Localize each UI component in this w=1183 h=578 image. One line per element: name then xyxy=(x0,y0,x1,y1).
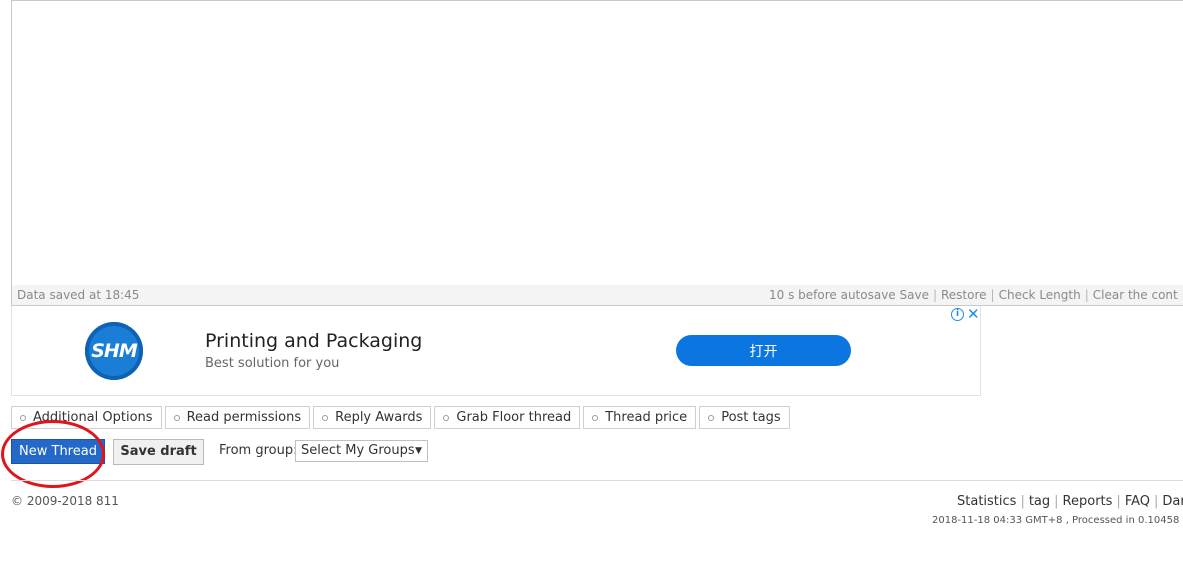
post-editor: Data saved at 18:45 10 s before autosave… xyxy=(11,0,1183,306)
bullet-icon xyxy=(443,414,450,421)
tab-label: Additional Options xyxy=(33,410,153,425)
tab-label: Read permissions xyxy=(186,410,302,425)
tab-additional-options[interactable]: Additional Options xyxy=(11,406,162,429)
separator: | xyxy=(1020,494,1025,509)
bullet-icon xyxy=(20,414,26,421)
copyright: © 2009-2018 811 xyxy=(11,494,119,508)
bullet-icon xyxy=(173,414,180,421)
chevron-down-icon: ▼ xyxy=(415,446,422,456)
ad-open-button[interactable]: 打开 xyxy=(676,335,851,366)
footer-processing-info: 2018-11-18 04:33 GMT+8 , Processed in 0.… xyxy=(932,515,1180,526)
save-draft-button[interactable]: Save draft xyxy=(113,439,204,465)
tab-read-permissions[interactable]: Read permissions xyxy=(164,406,311,429)
clear-content-link[interactable]: Clear the cont xyxy=(1093,288,1178,302)
group-select-value: Select My Groups xyxy=(301,443,415,458)
post-editor-page: Data saved at 18:45 10 s before autosave… xyxy=(0,0,1183,578)
faq-link[interactable]: FAQ xyxy=(1125,494,1150,509)
ad-logo: SHM xyxy=(85,322,143,380)
bullet-icon xyxy=(592,414,599,421)
statistics-link[interactable]: Statistics xyxy=(957,494,1016,509)
autosave-save-link[interactable]: 10 s before autosave Save xyxy=(769,288,929,302)
tab-label: Post tags xyxy=(721,410,781,425)
tab-grab-floor-thread[interactable]: Grab Floor thread xyxy=(434,406,581,429)
ad-title[interactable]: Printing and Packaging xyxy=(205,330,422,352)
new-thread-button[interactable]: New Thread xyxy=(11,439,105,464)
submit-row: New Thread Save draft From group: Select… xyxy=(11,439,611,465)
bullet-icon xyxy=(708,414,715,421)
tab-label: Thread price xyxy=(605,410,688,425)
separator: | xyxy=(1154,494,1159,509)
ad-close-icon[interactable]: ✕ xyxy=(967,305,980,323)
editor-text-area[interactable] xyxy=(12,1,1183,286)
tab-reply-awards[interactable]: Reply Awards xyxy=(313,406,432,429)
footer-links: Statistics|tag|Reports|FAQ|Dark ro xyxy=(957,494,1183,509)
tab-label: Reply Awards xyxy=(335,410,423,425)
ad-subtitle: Best solution for you xyxy=(205,356,340,371)
editor-status-links: 10 s before autosave Save | Restore | Check … xyxy=(769,285,1178,305)
separator: | xyxy=(990,288,995,302)
separator: | xyxy=(1116,494,1121,509)
from-group-label: From group: xyxy=(219,443,298,458)
dark-room-link[interactable]: Dark ro xyxy=(1162,494,1183,509)
tab-post-tags[interactable]: Post tags xyxy=(699,406,790,429)
separator: | xyxy=(1054,494,1059,509)
footer-divider xyxy=(11,480,1183,481)
autosave-status: Data saved at 18:45 xyxy=(17,288,140,302)
bullet-icon xyxy=(322,414,329,421)
group-select[interactable]: Select My Groups ▼ xyxy=(295,440,428,462)
restore-link[interactable]: Restore xyxy=(941,288,987,302)
tab-label: Grab Floor thread xyxy=(456,410,572,425)
tab-thread-price[interactable]: Thread price xyxy=(583,406,697,429)
check-length-link[interactable]: Check Length xyxy=(999,288,1081,302)
reports-link[interactable]: Reports xyxy=(1063,494,1113,509)
ad-info-icon[interactable]: i xyxy=(951,308,964,321)
separator: | xyxy=(932,288,937,302)
post-options-tabs: Additional Options Read permissions Repl… xyxy=(11,406,790,429)
ad-banner[interactable]: SHM Printing and Packaging Best solution… xyxy=(11,305,981,396)
separator: | xyxy=(1084,288,1089,302)
editor-status-bar: Data saved at 18:45 10 s before autosave… xyxy=(12,285,1183,305)
tag-link[interactable]: tag xyxy=(1029,494,1050,509)
